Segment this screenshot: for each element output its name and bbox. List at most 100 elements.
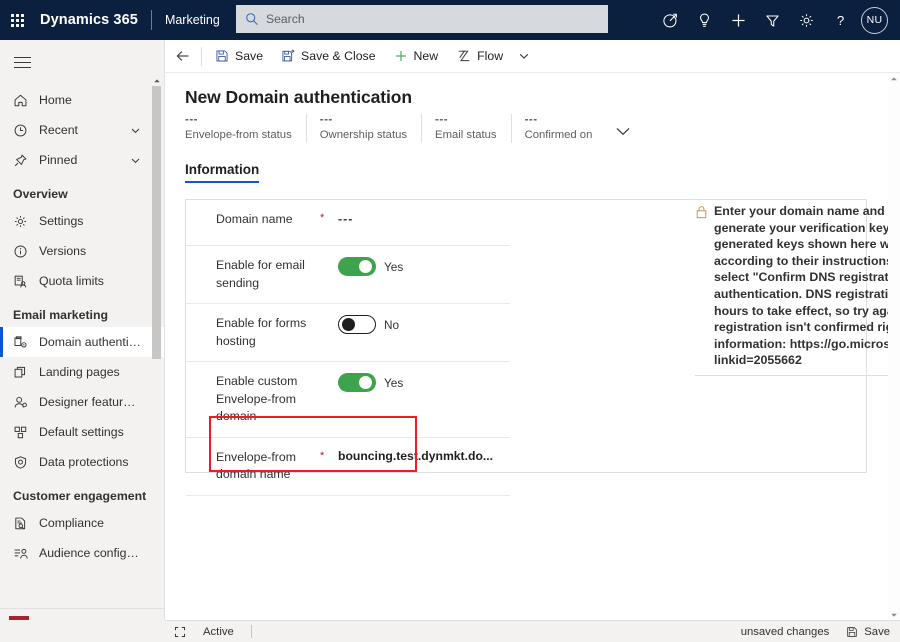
- quota-icon: [13, 274, 34, 289]
- tab-bar: Information: [185, 161, 260, 183]
- sidebar-scroll-track[interactable]: [152, 86, 161, 616]
- sidebar-item-compliance[interactable]: Compliance: [0, 508, 164, 538]
- save-icon: [846, 626, 858, 638]
- sidebar-item-settings[interactable]: Settings: [0, 206, 164, 236]
- waffle-menu-button[interactable]: [0, 0, 34, 40]
- required-indicator: *: [320, 449, 325, 462]
- new-button-label: New: [413, 49, 439, 63]
- status-value: ---: [524, 114, 538, 126]
- sidebar-item-default-settings[interactable]: Default settings: [0, 417, 164, 447]
- waffle-icon: [10, 13, 24, 27]
- search-icon: [245, 12, 259, 26]
- status-label: Email status: [435, 129, 497, 141]
- plus-icon[interactable]: [721, 0, 755, 40]
- field-label: Enable custom Envelope-from domain: [216, 374, 298, 423]
- sidebar-item-domain-authentication[interactable]: Domain authentic...: [0, 327, 164, 357]
- sidebar-scrollbar[interactable]: [151, 75, 162, 627]
- filter-icon[interactable]: [755, 0, 789, 40]
- status-label: Envelope-from status: [185, 129, 292, 141]
- toggle-track: [338, 315, 376, 334]
- field-label: Domain name: [216, 212, 293, 226]
- sidebar-item-data-protections[interactable]: Data protections: [0, 447, 164, 477]
- save-button-label: Save: [235, 49, 264, 63]
- sitemap-toggle-button[interactable]: [0, 43, 44, 81]
- scroll-up-icon[interactable]: [151, 75, 162, 86]
- sidebar-item-label: Default settings: [39, 425, 124, 439]
- sidebar-item-versions[interactable]: Versions: [0, 236, 164, 266]
- brand-title: Dynamics 365: [40, 12, 138, 28]
- enable-email-sending-toggle[interactable]: Yes: [338, 257, 403, 276]
- chevron-down-icon[interactable]: [130, 125, 141, 136]
- field-row-envelope-from-domain-name: Envelope-from domain name * bouncing.tes…: [186, 438, 510, 496]
- sidebar-item-designer-feature[interactable]: Designer feature ...: [0, 387, 164, 417]
- status-label: Confirmed on: [524, 129, 593, 141]
- person-icon: [13, 395, 34, 410]
- expand-icon[interactable]: [165, 626, 195, 638]
- avatar[interactable]: NU: [861, 6, 888, 34]
- status-summary-row: --- Envelope-from status --- Ownership s…: [185, 113, 632, 143]
- enable-custom-envelope-from-domain-toggle[interactable]: Yes: [338, 373, 403, 392]
- save-icon: [215, 49, 229, 63]
- footer-right-group: unsaved changes Save: [741, 626, 900, 638]
- command-divider: [201, 46, 202, 66]
- back-button[interactable]: [165, 40, 201, 72]
- gear-icon: [13, 214, 34, 229]
- sidebar-group-title: Overview: [13, 187, 68, 201]
- status-bar: Active unsaved changes Save: [165, 620, 900, 642]
- status-cell[interactable]: --- Envelope-from status: [185, 113, 306, 141]
- flow-button[interactable]: Flow: [447, 40, 512, 72]
- sidebar-item-home[interactable]: Home: [0, 85, 164, 115]
- status-cell[interactable]: --- Ownership status: [305, 113, 421, 143]
- sidebar-item-label: Designer feature ...: [39, 395, 142, 409]
- save-button[interactable]: Save: [206, 40, 272, 72]
- envelope-from-domain-name-value[interactable]: bouncing.test.dynmkt.do...: [338, 449, 493, 463]
- field-row-enable-email-sending: Enable for email sending Yes: [186, 246, 510, 304]
- lightbulb-icon[interactable]: [687, 0, 721, 40]
- content-scrollbar[interactable]: [888, 73, 900, 621]
- sidebar-item-pinned[interactable]: Pinned: [0, 145, 164, 175]
- save-and-close-button[interactable]: Save & Close: [272, 40, 385, 72]
- sidebar-scroll-thumb[interactable]: [152, 86, 161, 359]
- form-field-column: Domain name * --- Enable for email sendi…: [186, 200, 510, 496]
- footer-save-label: Save: [864, 625, 890, 638]
- plus-icon: [394, 49, 408, 63]
- document-search-icon: [13, 516, 34, 531]
- command-bar: Save Save & Close New Flow: [165, 40, 900, 73]
- top-navigation-bar: Dynamics 365 Marketing Search ? NU: [0, 0, 900, 40]
- new-button[interactable]: New: [385, 40, 448, 72]
- sidebar-item-quota-limits[interactable]: Quota limits: [0, 266, 164, 296]
- sidebar-item-landing-pages[interactable]: Landing pages: [0, 357, 164, 387]
- status-expand-chevron-icon[interactable]: [614, 125, 632, 138]
- toggle-track: [338, 373, 376, 392]
- svg-text:?: ?: [836, 13, 843, 28]
- top-icon-group: ? NU: [653, 0, 894, 40]
- gear-icon[interactable]: [789, 0, 823, 40]
- command-overflow-chevron-icon[interactable]: [512, 40, 536, 72]
- status-cell[interactable]: --- Email status: [421, 113, 511, 143]
- tab-information[interactable]: Information: [185, 162, 260, 183]
- chevron-down-icon[interactable]: [130, 155, 141, 166]
- sidebar-item-audience-configuration[interactable]: Audience configur...: [0, 538, 164, 568]
- sidebar-item-label: Audience configur...: [39, 546, 142, 560]
- scroll-up-icon[interactable]: [888, 73, 900, 85]
- assistant-icon[interactable]: [653, 0, 687, 40]
- flow-button-label: Flow: [477, 49, 504, 63]
- toggle-knob: [342, 317, 355, 331]
- sidebar-item-label: Settings: [39, 214, 84, 228]
- save-close-icon: [281, 49, 295, 63]
- status-cell[interactable]: --- Confirmed on: [510, 113, 607, 143]
- sidebar-item-label: Compliance: [39, 516, 104, 530]
- search-input[interactable]: Search: [236, 5, 608, 33]
- status-value: ---: [319, 114, 333, 126]
- save-and-close-label: Save & Close: [301, 49, 376, 63]
- sidebar-item-label: Domain authentic...: [39, 335, 142, 349]
- pin-icon: [13, 153, 34, 168]
- clock-icon: [13, 123, 34, 138]
- domain-name-value[interactable]: ---: [338, 211, 353, 226]
- help-icon[interactable]: ?: [823, 0, 857, 40]
- footer-save-button[interactable]: Save: [846, 626, 890, 638]
- pages-icon: [13, 365, 34, 380]
- blocks-icon: [13, 425, 34, 440]
- enable-forms-hosting-toggle[interactable]: No: [338, 315, 399, 334]
- sidebar-item-recent[interactable]: Recent: [0, 115, 164, 145]
